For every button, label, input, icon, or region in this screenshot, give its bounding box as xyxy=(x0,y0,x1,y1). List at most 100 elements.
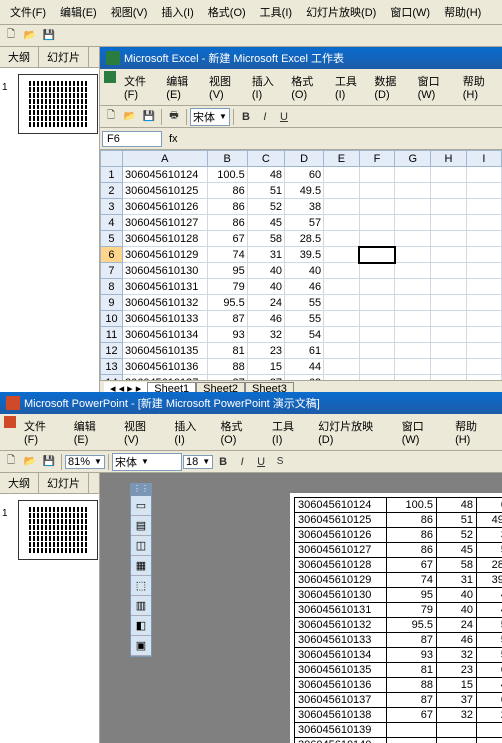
tool-7[interactable]: ◧ xyxy=(131,616,151,636)
open-icon[interactable]: 📂 xyxy=(21,27,39,45)
table-row[interactable]: 306045610130954040 xyxy=(295,588,502,603)
ppt-menu-edit[interactable]: 编辑(E) xyxy=(68,416,116,448)
menu-help[interactable]: 帮助(H) xyxy=(438,2,487,22)
italic-icon[interactable]: I xyxy=(233,453,251,471)
tab-sheet3[interactable]: Sheet3 xyxy=(245,382,294,392)
table-row[interactable]: 1306045610124100.54860 xyxy=(101,167,502,183)
new-icon[interactable]: 🗋 xyxy=(2,453,20,471)
excel-menu-data[interactable]: 数据(D) xyxy=(368,71,409,103)
table-row[interactable]: 10306045610133874655 xyxy=(101,311,502,327)
new-icon[interactable]: 🗋 xyxy=(2,27,20,45)
tab-sheet1[interactable]: Sheet1 xyxy=(147,382,196,392)
font-combo[interactable]: 宋体▼ xyxy=(112,453,182,471)
table-row[interactable]: 3306045610126865238 xyxy=(101,199,502,215)
excel-menu-format[interactable]: 格式(O) xyxy=(285,71,327,103)
toolbar-grip[interactable]: ⋮⋮ xyxy=(131,484,151,496)
fx-icon[interactable]: fx xyxy=(169,133,178,145)
table-row[interactable]: 11306045610134933254 xyxy=(101,327,502,343)
tab-slides[interactable]: 幻灯片 xyxy=(39,47,89,67)
table-row[interactable]: 306045610135812361 xyxy=(295,663,502,678)
ppt-menu-tools[interactable]: 工具(I) xyxy=(266,416,310,448)
table-row[interactable]: 306045610124100.54860 xyxy=(295,498,502,513)
slide-thumbnail[interactable] xyxy=(18,74,98,134)
menu-insert[interactable]: 插入(I) xyxy=(155,2,199,22)
tool-2[interactable]: ▤ xyxy=(131,516,151,536)
ppt-menu-slideshow[interactable]: 幻灯片放映(D) xyxy=(312,416,394,448)
embedded-table[interactable]: 306045610124100.54860306045610125865149.… xyxy=(294,497,502,743)
table-row[interactable]: 5306045610128675828.5 xyxy=(101,231,502,247)
ppt-menu-view[interactable]: 视图(V) xyxy=(118,416,166,448)
floating-toolbar[interactable]: ⋮⋮ ▭ ▤ ◫ ▦ ⬚ ▥ ◧ ▣ xyxy=(130,483,152,657)
table-row[interactable]: 306045610138673226 xyxy=(295,708,502,723)
ppt-menu-file[interactable]: 文件(F) xyxy=(18,416,66,448)
bold-icon[interactable]: B xyxy=(237,108,255,126)
excel-menu-help[interactable]: 帮助(H) xyxy=(457,71,498,103)
menu-format[interactable]: 格式(O) xyxy=(202,2,252,22)
save-icon[interactable]: 💾 xyxy=(40,27,58,45)
tool-6[interactable]: ▥ xyxy=(131,596,151,616)
shadow-icon[interactable]: S xyxy=(271,453,289,471)
tool-5[interactable]: ⬚ xyxy=(131,576,151,596)
table-row[interactable]: 306045610140 xyxy=(295,738,502,743)
table-row[interactable]: 306045610131794046 xyxy=(295,603,502,618)
table-row[interactable]: 8306045610131794046 xyxy=(101,279,502,295)
table-row[interactable]: 13306045610136881544 xyxy=(101,359,502,375)
tool-3[interactable]: ◫ xyxy=(131,536,151,556)
excel-menu-view[interactable]: 视图(V) xyxy=(203,71,244,103)
ppt-tab-slides[interactable]: 幻灯片 xyxy=(39,473,89,493)
table-row[interactable]: 306045610137873762 xyxy=(295,693,502,708)
spreadsheet-grid[interactable]: ABCDEFGHI 1306045610124100.5486023060456… xyxy=(100,150,502,380)
table-row[interactable]: 306045610127864557 xyxy=(295,543,502,558)
print-icon[interactable]: 🖶 xyxy=(165,108,183,126)
underline-icon[interactable]: U xyxy=(275,108,293,126)
italic-icon[interactable]: I xyxy=(256,108,274,126)
table-row[interactable]: 6306045610129743139.5 xyxy=(101,247,502,263)
slide-canvas[interactable]: ⋮⋮ ▭ ▤ ◫ ▦ ⬚ ▥ ◧ ▣ 306045610124100.54860… xyxy=(100,473,502,743)
menu-slideshow[interactable]: 幻灯片放映(D) xyxy=(300,2,382,22)
excel-menu-file[interactable]: 文件(F) xyxy=(118,71,158,103)
menu-file[interactable]: 文件(F) xyxy=(4,2,52,22)
fontsize-combo[interactable]: 18▼ xyxy=(183,455,213,469)
open-icon[interactable]: 📂 xyxy=(121,108,139,126)
menu-tools[interactable]: 工具(I) xyxy=(254,2,298,22)
underline-icon[interactable]: U xyxy=(252,453,270,471)
ppt-slide-thumbnail[interactable] xyxy=(18,500,98,560)
table-row[interactable]: 306045610139 xyxy=(295,723,502,738)
table-row[interactable]: 930604561013295.52455 xyxy=(101,295,502,311)
table-row[interactable]: 306045610133874655 xyxy=(295,633,502,648)
zoom-combo[interactable]: 81%▼ xyxy=(65,455,105,469)
ppt-menu-format[interactable]: 格式(O) xyxy=(214,416,264,448)
ppt-tab-outline[interactable]: 大纲 xyxy=(0,473,39,493)
tool-4[interactable]: ▦ xyxy=(131,556,151,576)
new-icon[interactable]: 🗋 xyxy=(102,108,120,126)
ppt-menu-insert[interactable]: 插入(I) xyxy=(168,416,212,448)
open-icon[interactable]: 📂 xyxy=(21,453,39,471)
ppt-menu-help[interactable]: 帮助(H) xyxy=(449,416,498,448)
tool-8[interactable]: ▣ xyxy=(131,636,151,656)
ppt-menu-window[interactable]: 窗口(W) xyxy=(396,416,447,448)
table-row[interactable]: 306045610136881544 xyxy=(295,678,502,693)
tool-1[interactable]: ▭ xyxy=(131,496,151,516)
table-row[interactable]: 306045610129743139.5 xyxy=(295,573,502,588)
table-row[interactable]: 306045610125865149.5 xyxy=(295,513,502,528)
menu-view[interactable]: 视图(V) xyxy=(105,2,154,22)
tab-outline[interactable]: 大纲 xyxy=(0,47,39,67)
save-icon[interactable]: 💾 xyxy=(140,108,158,126)
table-row[interactable]: 7306045610130954040 xyxy=(101,263,502,279)
save-icon[interactable]: 💾 xyxy=(40,453,58,471)
name-box[interactable]: F6 xyxy=(102,131,162,147)
table-row[interactable]: 306045610134933254 xyxy=(295,648,502,663)
table-row[interactable]: 30604561013295.52455 xyxy=(295,618,502,633)
excel-menu-window[interactable]: 窗口(W) xyxy=(412,71,455,103)
menu-edit[interactable]: 编辑(E) xyxy=(54,2,103,22)
menu-window[interactable]: 窗口(W) xyxy=(384,2,436,22)
tab-sheet2[interactable]: Sheet2 xyxy=(196,382,245,392)
font-combo[interactable]: 宋体▼ xyxy=(190,108,230,126)
table-row[interactable]: 4306045610127864557 xyxy=(101,215,502,231)
table-row[interactable]: 306045610126865238 xyxy=(295,528,502,543)
excel-menu-edit[interactable]: 编辑(E) xyxy=(160,71,201,103)
table-row[interactable]: 306045610128675828.5 xyxy=(295,558,502,573)
excel-menu-insert[interactable]: 插入(I) xyxy=(246,71,283,103)
bold-icon[interactable]: B xyxy=(214,453,232,471)
table-row[interactable]: 2306045610125865149.5 xyxy=(101,183,502,199)
